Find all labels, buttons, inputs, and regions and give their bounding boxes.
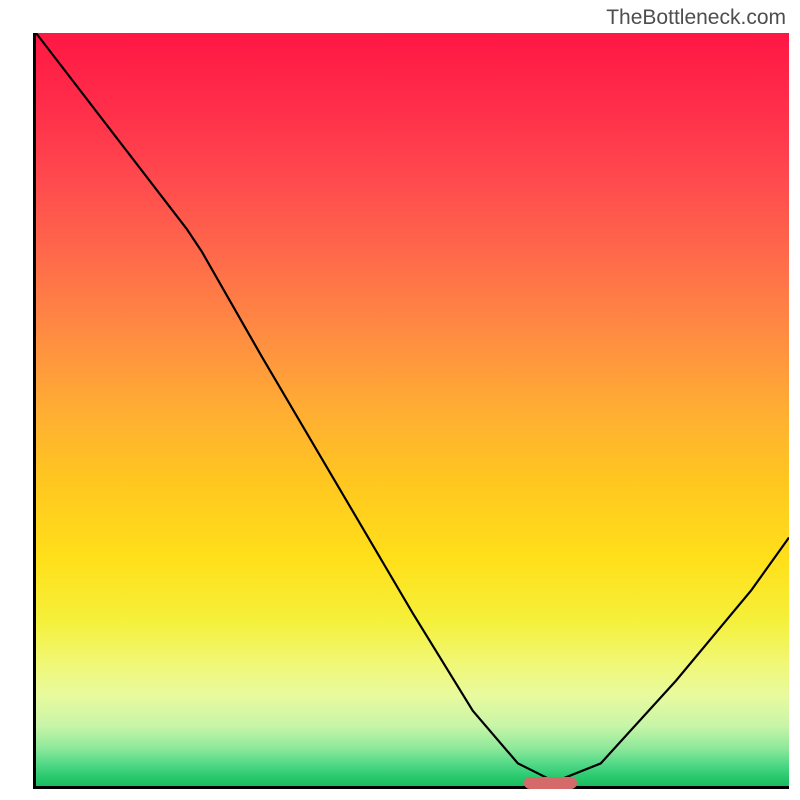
optimal-marker xyxy=(524,777,577,789)
bottleneck-curve xyxy=(36,33,789,786)
watermark-text: TheBottleneck.com xyxy=(606,6,786,30)
chart-plot-area xyxy=(33,33,789,789)
